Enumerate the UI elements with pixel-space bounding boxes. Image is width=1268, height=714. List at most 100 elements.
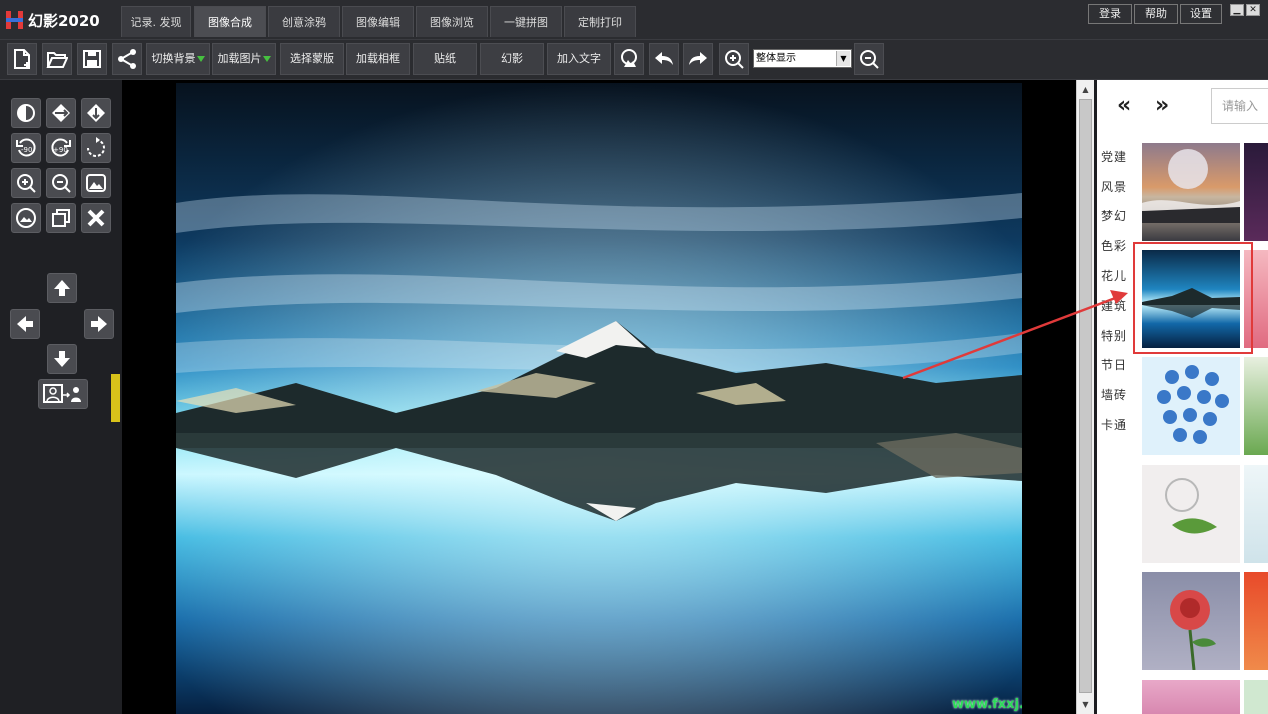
move-down-button[interactable] — [47, 344, 77, 374]
tab-label: 图像浏览 — [430, 16, 474, 29]
settings-button[interactable]: 设置 — [1180, 4, 1222, 24]
prev-page-button[interactable]: « — [1117, 93, 1131, 118]
scroll-up-icon[interactable]: ▲ — [1077, 81, 1094, 98]
sticker-button[interactable]: 贴纸 — [413, 43, 477, 75]
switch-background-button[interactable]: 切换背景 — [146, 43, 210, 75]
leaf-icon — [1165, 478, 1217, 534]
image-canvas[interactable]: www.fxxj.com — [122, 80, 1076, 714]
tab-image-compose[interactable]: 图像合成 — [194, 6, 266, 37]
category-color[interactable]: 色彩 — [1101, 237, 1127, 254]
delete-tool[interactable] — [81, 203, 111, 233]
phantom-button[interactable]: 幻影 — [480, 43, 544, 75]
tab-image-edit[interactable]: 图像编辑 — [342, 6, 414, 37]
shrink-tool[interactable] — [46, 168, 76, 198]
zoom-mode-select[interactable]: 整体显示 ▼ — [753, 49, 852, 68]
thumbnail-moon-lake[interactable] — [1142, 143, 1240, 241]
watermark-text: www.fxxj.com — [952, 697, 1022, 712]
move-left-button[interactable] — [10, 309, 40, 339]
image-icon — [86, 174, 106, 192]
rotate-plus-90-tool[interactable]: +90 — [46, 133, 76, 163]
tab-label: 一键拼图 — [504, 16, 548, 29]
tab-record-discover[interactable]: 记录. 发现 — [121, 6, 191, 37]
zoom-in-button[interactable] — [719, 43, 749, 75]
thumbnail-pink-partial[interactable] — [1142, 680, 1240, 714]
enlarge-tool[interactable] — [11, 168, 41, 198]
thumbnail-partial-5[interactable] — [1244, 572, 1268, 670]
fit-image-tool[interactable] — [81, 168, 111, 198]
flip-vertical-tool[interactable] — [81, 98, 111, 128]
toolbar: 切换背景 加载图片 选择蒙版 加载相框 贴纸 幻影 加入文字 整体显示 ▼ — [0, 40, 1268, 80]
arrow-down-icon — [54, 351, 70, 367]
save-button[interactable] — [77, 43, 107, 75]
thumbnail-red-rose[interactable] — [1142, 572, 1240, 670]
zoom-out-button[interactable] — [854, 43, 884, 75]
save-icon — [83, 50, 101, 68]
scroll-down-icon[interactable]: ▼ — [1077, 696, 1094, 713]
load-frame-button[interactable]: 加载相框 — [346, 43, 410, 75]
resource-search-input[interactable]: 请输入 — [1211, 88, 1268, 124]
canvas-photo[interactable]: www.fxxj.com — [176, 83, 1022, 714]
close-icon[interactable]: ✕ — [1246, 4, 1260, 16]
redo-button[interactable] — [683, 43, 713, 75]
contrast-icon — [17, 104, 35, 122]
svg-text:+90: +90 — [53, 146, 68, 154]
free-rotate-tool[interactable] — [81, 133, 111, 163]
category-party-building[interactable]: 党建 — [1101, 148, 1127, 165]
share-button[interactable] — [112, 43, 142, 75]
flip-horizontal-icon — [52, 104, 70, 122]
category-flowers[interactable]: 花儿 — [1101, 267, 1127, 284]
rotate-right-icon: +90 — [51, 138, 71, 157]
rotate-left-icon: -90 — [16, 138, 36, 157]
contrast-tool[interactable] — [11, 98, 41, 128]
move-up-button[interactable] — [47, 273, 77, 303]
category-fantasy[interactable]: 梦幻 — [1101, 207, 1127, 224]
rotate-minus-90-tool[interactable]: -90 — [11, 133, 41, 163]
thumbnail-glass-leaves[interactable] — [1142, 465, 1240, 563]
flip-horizontal-tool[interactable] — [46, 98, 76, 128]
undo-button[interactable] — [649, 43, 679, 75]
arrow-right-icon — [91, 316, 107, 332]
collapse-panel-handle[interactable] — [111, 374, 120, 422]
next-page-button[interactable]: » — [1155, 93, 1169, 118]
category-cartoon[interactable]: 卡通 — [1101, 416, 1127, 433]
arrow-up-icon — [54, 280, 70, 296]
load-image-label: 加载图片 — [217, 52, 262, 65]
zoom-mode-value: 整体显示 — [756, 53, 796, 64]
tab-creative-doodle[interactable]: 创意涂鸦 — [268, 6, 340, 37]
category-architecture[interactable]: 建筑 — [1101, 297, 1127, 314]
tab-image-browse[interactable]: 图像浏览 — [416, 6, 488, 37]
load-image-button[interactable]: 加载图片 — [212, 43, 276, 75]
minimize-icon[interactable]: ▁ — [1230, 4, 1244, 16]
person-to-image-button[interactable] — [38, 379, 88, 409]
arrow-left-icon — [17, 316, 33, 332]
image-fill-tool[interactable] — [11, 203, 41, 233]
resource-panel: « » 请输入 党建 风景 梦幻 色彩 花儿 建筑 特别 节日 墙砖 卡通 — [1094, 80, 1268, 714]
thumbnail-partial-6[interactable] — [1244, 680, 1268, 714]
thumbnail-partial-1[interactable] — [1244, 143, 1268, 241]
tab-one-click-collage[interactable]: 一键拼图 — [490, 6, 562, 37]
category-special[interactable]: 特别 — [1101, 327, 1127, 344]
rotate-free-icon — [87, 137, 105, 157]
scroll-thumb[interactable] — [1079, 99, 1092, 693]
select-mask-button[interactable]: 选择蒙版 — [280, 43, 344, 75]
tab-custom-print[interactable]: 定制打印 — [564, 6, 636, 37]
move-right-button[interactable] — [84, 309, 114, 339]
help-button[interactable]: 帮助 — [1134, 4, 1178, 24]
canvas-scrollbar[interactable]: ▲ ▼ — [1076, 80, 1094, 714]
app-logo: 幻影2020 — [4, 9, 100, 31]
thumbnail-partial-3[interactable] — [1244, 357, 1268, 455]
moon-icon — [1142, 149, 1240, 223]
dropdown-triangle-icon — [262, 56, 271, 62]
login-button[interactable]: 登录 — [1088, 4, 1132, 24]
magic-tool-button[interactable] — [614, 43, 644, 75]
category-holiday[interactable]: 节日 — [1101, 356, 1127, 373]
category-scenery[interactable]: 风景 — [1101, 178, 1127, 195]
duplicate-layer-tool[interactable] — [46, 203, 76, 233]
add-text-button[interactable]: 加入文字 — [547, 43, 611, 75]
open-folder-button[interactable] — [42, 43, 72, 75]
thumbnail-blue-flowers[interactable] — [1142, 357, 1240, 455]
thumbnail-partial-4[interactable] — [1244, 465, 1268, 563]
rose-icon — [1170, 590, 1216, 670]
category-wall-tile[interactable]: 墙砖 — [1101, 386, 1127, 403]
new-file-button[interactable] — [7, 43, 37, 75]
